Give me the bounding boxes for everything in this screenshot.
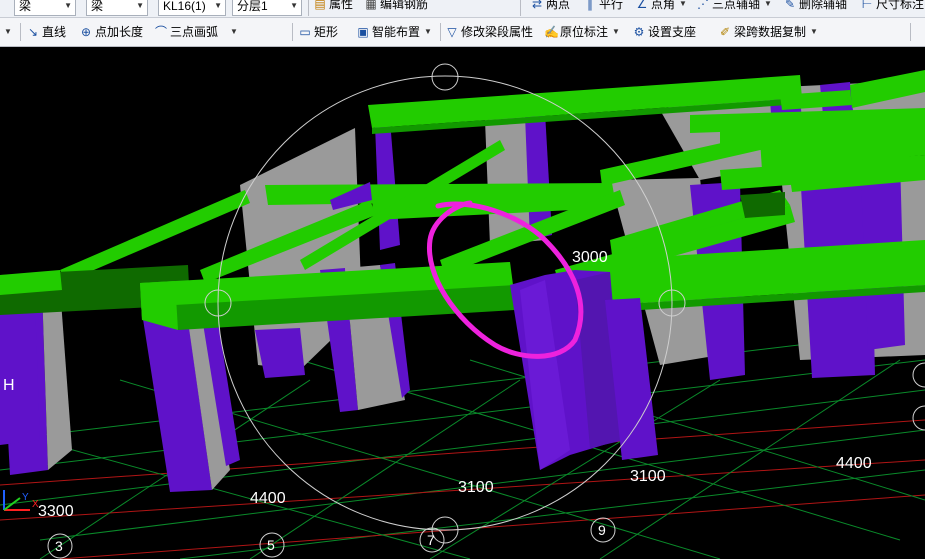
axis-label-3: 3 bbox=[55, 538, 63, 554]
dimension-label: 3100 bbox=[458, 479, 494, 496]
set-support-button[interactable]: ⚙ 设置支座 bbox=[632, 23, 696, 41]
properties-button[interactable]: ▤ 属性 bbox=[313, 0, 353, 13]
delete-axis-icon: ✎ bbox=[784, 0, 796, 11]
filter-icon: ▽ bbox=[447, 25, 457, 39]
separator bbox=[308, 0, 309, 16]
draw-toolbar: ▼ ↘ 直线 ⊕ 点加长度 ⌒ 三点画弧 ▼ ▭ 矩形 ▣ 智能布置 ▼ ▽ 修改梁段属性 ✍ 原… bbox=[0, 18, 925, 47]
chevron-down-icon: ▼ bbox=[679, 0, 687, 8]
dimension-label: 3100 bbox=[630, 468, 666, 485]
layer-combo[interactable]: 分层1 ▼ bbox=[232, 0, 302, 16]
dimension-label: 4400 bbox=[836, 455, 872, 472]
separator bbox=[20, 23, 21, 41]
smart-layout-icon: ▣ bbox=[357, 25, 369, 39]
chevron-down-icon: ▼ bbox=[764, 0, 772, 8]
rectangle-icon: ▭ bbox=[299, 25, 311, 39]
smart-layout-button[interactable]: ▣ 智能布置 ▼ bbox=[356, 23, 432, 41]
3d-viewport[interactable]: 3 5 7 9 3000 4400 3100 3100 4400 3300 H … bbox=[0, 47, 925, 559]
axis-icon: ⋰ bbox=[697, 0, 709, 11]
origin-mark-icon: ✍ bbox=[544, 25, 559, 39]
delete-axis-button[interactable]: ✎ 删除辅轴 bbox=[783, 0, 847, 13]
chevron-down-icon: ▼ bbox=[612, 27, 620, 36]
viewport-canvas[interactable]: 3 5 7 9 3000 4400 3100 3100 4400 3300 H … bbox=[0, 47, 925, 559]
dimension-icon: ⊢ bbox=[861, 0, 873, 11]
origin-mark-button[interactable]: ✍ 原位标注 ▼ bbox=[544, 23, 620, 41]
coordinate-axes-icon: Y X bbox=[3, 490, 39, 511]
separator bbox=[292, 23, 293, 41]
element-combo[interactable]: KL16(1) ▼ bbox=[158, 0, 226, 16]
modify-segment-button[interactable]: ▽ 修改梁段属性 bbox=[445, 23, 533, 41]
chevron-down-icon: ▼ bbox=[4, 27, 12, 36]
gizmo-top-handle[interactable] bbox=[431, 63, 459, 91]
three-point-arc-button[interactable]: ⌒ 三点画弧 ▼ bbox=[154, 23, 238, 41]
chevron-down-icon: ▼ bbox=[810, 27, 818, 36]
separator bbox=[440, 23, 441, 41]
three-point-axis-button[interactable]: ⋰ 三点辅轴 ▼ bbox=[696, 0, 772, 13]
chevron-down-icon: ▼ bbox=[136, 1, 144, 10]
chevron-down-icon: ▼ bbox=[290, 1, 298, 10]
properties-icon: ▤ bbox=[314, 0, 326, 11]
chevron-down-icon: ▼ bbox=[64, 1, 72, 10]
dimension-label: 3300 bbox=[38, 503, 74, 520]
axis-y-label: Y bbox=[22, 492, 29, 503]
rebar-icon: ▦ bbox=[365, 0, 377, 11]
chevron-down-icon: ▼ bbox=[214, 1, 222, 10]
toolbar-overflow-button[interactable]: ▼ bbox=[2, 23, 12, 41]
axis-label-7: 7 bbox=[427, 532, 435, 548]
subtype-combo[interactable]: 梁 ▼ bbox=[86, 0, 148, 16]
brush-icon: ✐ bbox=[719, 25, 731, 39]
chevron-down-icon: ▼ bbox=[230, 27, 238, 36]
point-angle-button[interactable]: ∠ 点角 ▼ bbox=[635, 0, 687, 13]
line-button[interactable]: ↘ 直线 bbox=[26, 23, 66, 41]
grid-lines bbox=[0, 329, 925, 559]
separator bbox=[910, 23, 911, 41]
separator bbox=[520, 0, 521, 16]
two-points-button[interactable]: ⇄ 两点 bbox=[530, 0, 570, 13]
point-extend-icon: ⊕ bbox=[80, 25, 92, 39]
chevron-down-icon: ▼ bbox=[424, 27, 432, 36]
angle-icon: ∠ bbox=[636, 0, 648, 11]
type-combo[interactable]: 梁 ▼ bbox=[14, 0, 76, 16]
highlighted-column[interactable] bbox=[510, 270, 658, 470]
axis-label-5: 5 bbox=[267, 537, 275, 553]
top-toolbar: 梁 ▼ 梁 ▼ KL16(1) ▼ 分层1 ▼ ▤ 属性 ▦ 编辑钢筋 ⇄ 两点 ∥ 平行 ∠ 点… bbox=[0, 0, 925, 18]
two-points-icon: ⇄ bbox=[531, 0, 543, 11]
edit-rebar-button[interactable]: ▦ 编辑钢筋 bbox=[364, 0, 428, 13]
support-icon: ⚙ bbox=[633, 25, 645, 39]
dimension-label: 4400 bbox=[250, 490, 286, 507]
copy-span-button[interactable]: ✐ 梁跨数据复制 ▼ bbox=[718, 23, 818, 41]
side-label: H bbox=[3, 377, 15, 394]
arc-icon: ⌒ bbox=[154, 25, 167, 39]
axis-x-label: X bbox=[32, 499, 39, 510]
dimension-label: 3000 bbox=[572, 249, 608, 266]
line-icon: ↘ bbox=[27, 25, 39, 39]
rectangle-button[interactable]: ▭ 矩形 bbox=[298, 23, 338, 41]
parallel-icon: ∥ bbox=[587, 0, 593, 11]
parallel-button[interactable]: ∥ 平行 bbox=[583, 0, 623, 13]
axis-label-9: 9 bbox=[598, 522, 606, 538]
dimension-button[interactable]: ⊢ 尺寸标注 bbox=[860, 0, 924, 13]
point-extend-button[interactable]: ⊕ 点加长度 bbox=[79, 23, 143, 41]
